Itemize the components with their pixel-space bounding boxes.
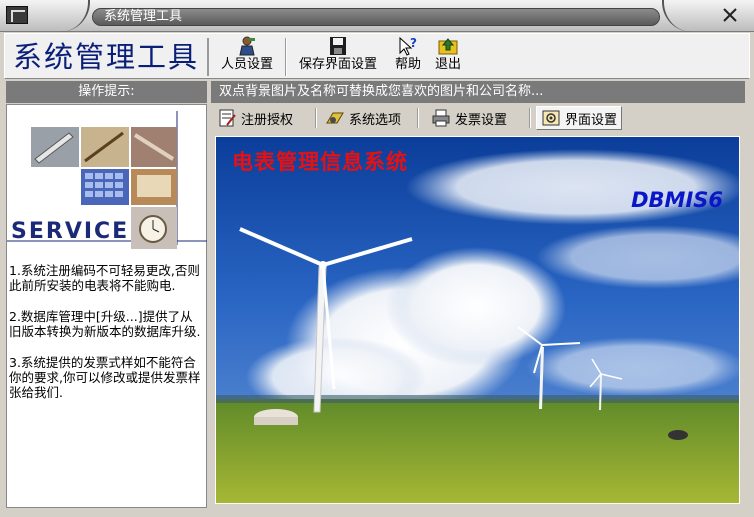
tips-panel: SERVICE 1.系统注册编码不可轻易更改,否则此前所安装的电表将不能购电. … (6, 104, 207, 508)
tip-item: 3.系统提供的发票式样如不能符合你的要求,你可以修改或提供发票样张给我们. (9, 355, 201, 400)
wind-farm-picture: 电表管理信息系统 DBMIS6 (216, 137, 739, 503)
user-settings-icon (239, 36, 255, 56)
tab-system-options[interactable]: 系统选项 (325, 106, 401, 130)
exit-button[interactable]: 退出 (429, 36, 467, 78)
exit-label: 退出 (434, 57, 461, 72)
tab-system-options-label: 系统选项 (349, 112, 402, 128)
tab-invoice-settings[interactable]: 发票设置 (431, 106, 507, 130)
service-collage-image: SERVICE (7, 111, 207, 249)
banner-brand[interactable]: DBMIS6 (631, 188, 723, 212)
help-button[interactable]: ? 帮助 (389, 36, 427, 78)
tab-separator (315, 108, 317, 128)
tab-interface-settings-label: 界面设置 (565, 112, 618, 128)
tab-register[interactable]: 注册授权 (217, 106, 293, 130)
background-banner-image[interactable]: 电表管理信息系统 DBMIS6 (215, 136, 740, 504)
banner-title[interactable]: 电表管理信息系统 (232, 150, 408, 174)
interface-icon (542, 110, 560, 126)
tab-invoice-settings-label: 发票设置 (455, 112, 508, 128)
save-ui-settings-label: 保存界面设置 (298, 57, 377, 72)
title-bar: 系统管理工具 (0, 0, 754, 32)
background-hint-bar: 双点背景图片及名称可替换成您喜欢的图片和公司名称... (211, 81, 745, 103)
title-decoration-left (30, 0, 90, 32)
user-settings-button[interactable]: 人员设置 (215, 36, 279, 78)
help-label: 帮助 (394, 57, 421, 72)
tab-register-label: 注册授权 (241, 112, 294, 128)
service-text: SERVICE (11, 219, 129, 244)
printer-icon (432, 109, 450, 127)
save-disk-icon (330, 37, 346, 55)
save-ui-settings-button[interactable]: 保存界面设置 (292, 36, 384, 78)
settings-tabs: 注册授权 系统选项 发票设置 界面设置 (211, 104, 745, 132)
tab-interface-settings[interactable]: 界面设置 (536, 106, 623, 130)
tab-separator (417, 108, 419, 128)
tips-list: 1.系统注册编码不可轻易更改,否则此前所安装的电表将不能购电. 2.数据库管理中… (9, 263, 205, 416)
register-icon (219, 109, 236, 127)
title-decoration-right (662, 0, 712, 32)
svg-text:?: ? (410, 36, 417, 50)
app-icon[interactable] (6, 6, 28, 24)
exit-arrow-icon (438, 38, 458, 55)
tips-header: 操作提示: (6, 81, 207, 103)
help-question-icon: ? (399, 36, 417, 56)
tip-item: 2.数据库管理中[升级...]提供了从旧版本转换为新版本的数据库升级. (9, 309, 201, 339)
close-button[interactable] (712, 4, 748, 26)
user-settings-label: 人员设置 (220, 57, 273, 72)
tab-separator (529, 108, 531, 128)
window-title: 系统管理工具 (104, 9, 183, 24)
tip-item: 1.系统注册编码不可轻易更改,否则此前所安装的电表将不能购电. (9, 263, 200, 293)
options-icon (326, 112, 344, 124)
close-x-icon (723, 8, 737, 22)
app-logo-text: 系统管理工具 (13, 38, 209, 76)
toolbar: 系统管理工具 人员设置 保存界面设置 ? 帮助 退出 (4, 33, 750, 79)
toolbar-separator (285, 38, 287, 76)
